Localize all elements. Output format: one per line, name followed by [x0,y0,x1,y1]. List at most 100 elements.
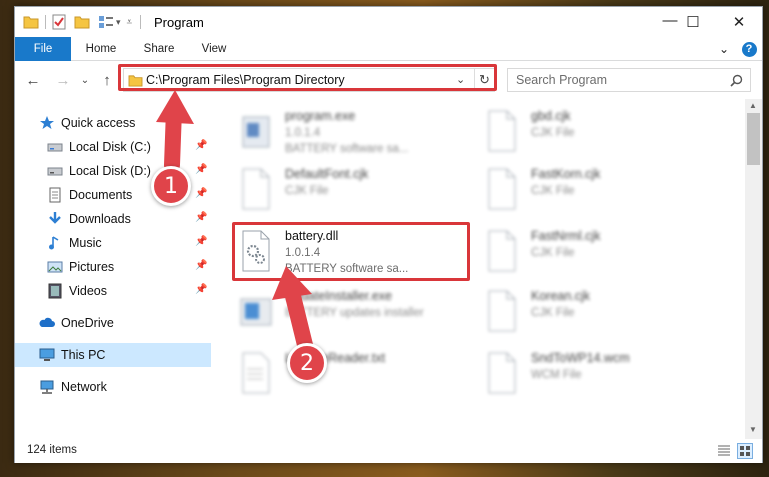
window-title: Program [154,15,204,30]
forward-button[interactable]: → [53,71,73,89]
status-bar: 124 items [15,439,762,463]
file-description: BATTERY updates installer [285,307,424,319]
download-icon [49,212,61,224]
arrow-up-icon: ↑ [103,71,111,89]
file-item-licensereader[interactable]: LicenseReader.txt [211,345,451,403]
nav-item-local-disk-c[interactable]: Local Disk (C:) 📌 [15,135,211,159]
divider [140,15,142,29]
nav-item-music[interactable]: Music 📌 [15,231,211,255]
search-input[interactable]: Search Program [516,73,607,87]
vertical-scrollbar[interactable]: ▲ ▼ [745,99,762,439]
new-folder-icon[interactable] [74,15,90,29]
file-type: CJK File [531,307,575,319]
generic-file-icon [242,168,270,210]
nav-item-downloads[interactable]: Downloads 📌 [15,207,211,231]
file-item-gbd[interactable]: gbd.cjk CJK File [457,103,697,161]
network-icon [40,380,54,394]
nav-item-label: Pictures [69,260,115,274]
nav-item-label: Downloads [69,212,131,226]
close-button[interactable]: ✕ [716,7,762,37]
pin-icon: 📌 [195,188,208,199]
pictures-icon [47,261,63,273]
divider [45,15,46,29]
generic-file-icon [488,168,516,210]
arrow-right-icon: → [55,71,71,89]
title-bar: ▾ ⩡ Program — ☐ ✕ [15,7,762,37]
pin-icon: 📌 [195,260,208,271]
file-name: Korean.cjk [531,289,591,303]
arrow-left-icon: ← [25,71,41,89]
nav-item-label: Local Disk (C:) [69,140,151,154]
search-box[interactable]: Search Program [507,68,751,92]
file-type: CJK File [285,185,329,197]
chevron-down-icon[interactable]: ▾ [116,17,121,28]
nav-item-label: Videos [69,284,107,298]
file-item-program-exe[interactable]: program.exe 1.0.1.4 BATTERY software sa.… [211,103,451,161]
file-name: UpdateInstaller.exe [285,289,393,303]
file-name: program.exe [285,109,356,123]
file-item-fastnrml[interactable]: FastNrml.cjk CJK File [457,223,697,281]
maximize-button[interactable]: ☐ [670,7,716,37]
expand-ribbon-button[interactable]: ⌄ [715,37,733,61]
generic-file-icon [488,110,516,152]
pin-icon: 📌 [195,212,208,223]
file-item-korean[interactable]: Korean.cjk CJK File [457,283,697,341]
item-count: 124 items [27,444,77,456]
file-name: FastNrml.cjk [531,229,601,243]
file-type: CJK File [531,185,575,197]
ribbon-tabs: File Home Share View ⌄ ? [15,37,762,61]
file-item-updateinstaller[interactable]: UpdateInstaller.exe BATTERY updates inst… [211,283,451,341]
file-item-fastkorn[interactable]: FastKorn.cjk CJK File [457,161,697,219]
up-button[interactable]: ↑ [97,71,117,89]
nav-item-this-pc[interactable]: This PC [15,343,211,367]
scroll-down-arrow[interactable]: ▼ [749,425,757,434]
nav-item-network[interactable]: Network [15,375,211,399]
battery-dll-highlight [232,222,470,281]
back-button[interactable]: ← [23,71,43,89]
file-name: SndToWP14.wcm [531,351,630,365]
drive-icon [47,143,63,152]
step-2-badge: 2 [287,343,327,383]
details-view-button[interactable] [717,444,731,458]
tab-file[interactable]: File [15,37,71,61]
scrollbar-thumb[interactable] [747,113,760,165]
tab-view[interactable]: View [191,37,237,61]
properties-icon[interactable] [52,14,66,30]
nav-item-label: Local Disk (D:) [69,164,151,178]
pin-icon: 📌 [195,236,208,247]
drive-icon [47,167,63,176]
videos-icon [48,283,62,299]
customize-toolbar-icon[interactable]: ⩡ [127,17,133,28]
file-item-sndtowp14[interactable]: SndToWP14.wcm WCM File [457,345,697,403]
tab-home[interactable]: Home [75,37,127,61]
star-icon [40,116,54,129]
scroll-up-arrow[interactable]: ▲ [749,101,757,110]
step-1-badge: 1 [151,166,191,206]
help-button[interactable]: ? [739,37,759,61]
file-name: gbd.cjk [531,109,571,123]
folder-icon[interactable] [23,15,39,29]
view-options-icon[interactable] [98,15,114,29]
music-icon [49,236,59,250]
documents-icon [49,187,61,203]
tab-share[interactable]: Share [133,37,185,61]
cloud-icon [39,317,55,327]
exe-file-icon [240,298,272,326]
navigation-pane: Quick access Local Disk (C:) 📌 Local Dis… [15,99,211,439]
nav-item-label: Music [69,236,102,250]
nav-item-label: Network [61,380,107,394]
file-description: BATTERY software sa... [285,143,409,155]
help-icon: ? [741,41,757,57]
large-icons-view-button[interactable] [737,443,753,459]
nav-item-quick-access[interactable]: Quick access [15,111,211,135]
file-item-defaultfont[interactable]: DefaultFont.cjk CJK File [211,161,451,219]
recent-locations-button[interactable]: ⌄ [75,71,95,89]
file-type: CJK File [531,127,575,139]
file-type: WCM File [531,369,582,381]
exe-file-icon [242,116,270,148]
large-icons-view-icon [740,446,750,456]
nav-item-label: This PC [61,348,106,362]
nav-item-onedrive[interactable]: OneDrive [15,311,211,335]
nav-item-pictures[interactable]: Pictures 📌 [15,255,211,279]
nav-item-videos[interactable]: Videos 📌 [15,279,211,303]
